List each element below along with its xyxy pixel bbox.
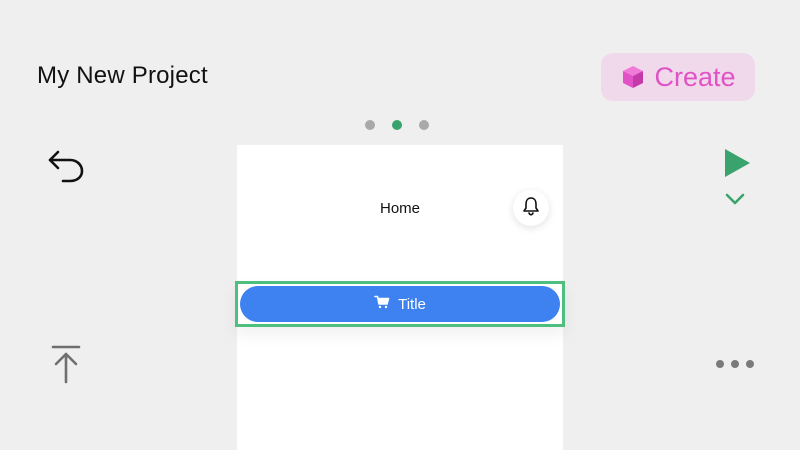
- more-dot: [716, 360, 724, 368]
- project-title: My New Project: [37, 62, 208, 89]
- app-screen: My New Project Create Home Title: [0, 0, 800, 450]
- title-button[interactable]: Title: [240, 286, 560, 322]
- bell-icon: [521, 196, 541, 221]
- more-dot: [731, 360, 739, 368]
- cube-icon: [620, 64, 646, 90]
- play-icon[interactable]: [722, 147, 752, 179]
- more-horizontal-icon[interactable]: [716, 358, 754, 370]
- page-dot-2-active[interactable]: [392, 120, 402, 130]
- undo-icon[interactable]: [46, 148, 86, 184]
- page-dot-1[interactable]: [365, 120, 375, 130]
- upload-icon[interactable]: [50, 344, 82, 384]
- more-dot: [746, 360, 754, 368]
- title-button-label: Title: [398, 295, 426, 313]
- notification-button[interactable]: [513, 190, 549, 226]
- create-button[interactable]: Create: [601, 53, 755, 101]
- page-indicator: [365, 120, 429, 130]
- cart-icon: [374, 295, 390, 313]
- page-dot-3[interactable]: [419, 120, 429, 130]
- selected-component-frame[interactable]: Title: [235, 281, 565, 327]
- chevron-down-icon[interactable]: [724, 192, 746, 206]
- create-label: Create: [654, 61, 736, 92]
